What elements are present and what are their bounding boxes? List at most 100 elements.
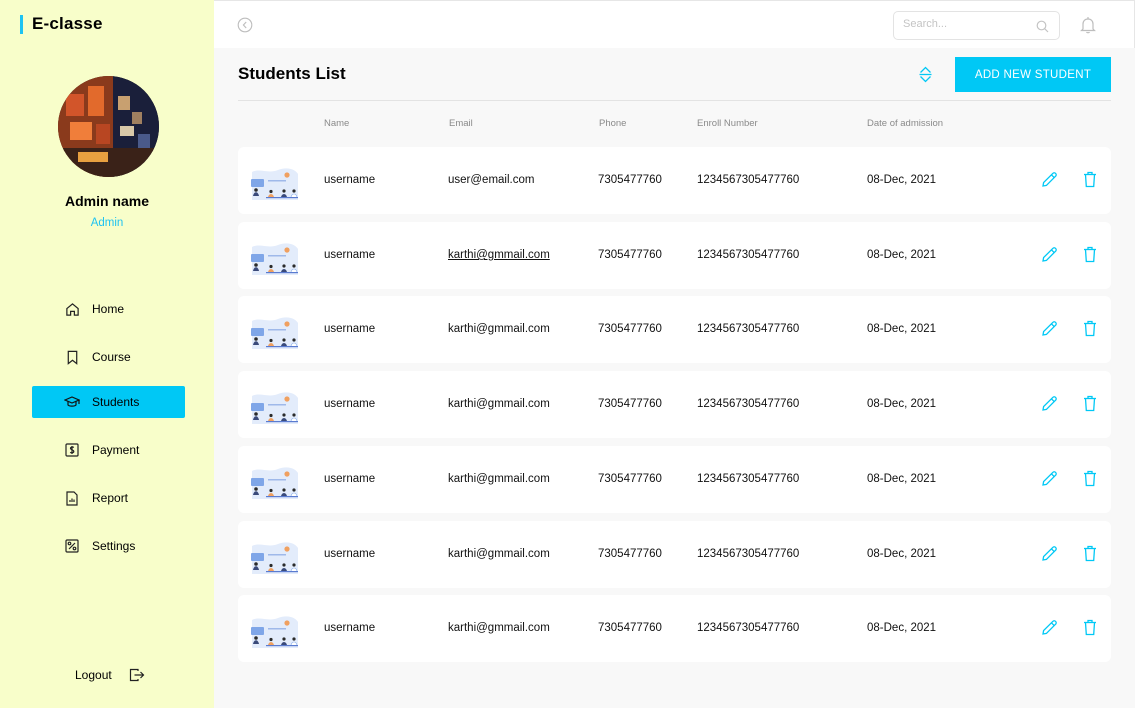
sort-icon[interactable] (918, 66, 933, 83)
cell-phone: 7305477760 (598, 398, 662, 410)
edit-icon[interactable] (1041, 470, 1058, 487)
divider (238, 100, 1111, 101)
edit-icon[interactable] (1041, 171, 1058, 188)
cell-date-of-admission: 08-Dec, 2021 (867, 548, 937, 560)
cell-name: username (324, 622, 376, 634)
search-box[interactable] (893, 11, 1060, 40)
table-row[interactable]: username karthi@gmmail.com 7305477760 12… (238, 296, 1111, 363)
sidebar: E-classe Admin name Admin Home Course St… (0, 0, 214, 708)
column-header-enroll-number: Enroll Number (697, 118, 758, 129)
trash-icon[interactable] (1083, 320, 1097, 337)
cell-enroll-number: 1234567305477760 (697, 622, 800, 634)
cell-email[interactable]: karthi@gmmail.com (448, 473, 550, 485)
cell-name: username (324, 174, 376, 186)
cell-name: username (324, 548, 376, 560)
logout-label: Logout (75, 668, 112, 682)
bookmark-icon (64, 349, 80, 365)
student-thumbnail (251, 243, 298, 275)
cell-phone: 7305477760 (598, 622, 662, 634)
cell-email[interactable]: karthi@gmmail.com (448, 323, 550, 335)
cell-name: username (324, 398, 376, 410)
edit-icon[interactable] (1041, 320, 1058, 337)
graduation-cap-icon (64, 394, 80, 410)
sidebar-item-home[interactable]: Home (32, 293, 185, 325)
trash-icon[interactable] (1083, 395, 1097, 412)
trash-icon[interactable] (1083, 545, 1097, 562)
admin-name: Admin name (64, 193, 149, 209)
sidebar-item-students[interactable]: Students (32, 386, 185, 418)
sidebar-item-label: Settings (92, 539, 136, 553)
cell-name: username (324, 473, 376, 485)
edit-icon[interactable] (1041, 619, 1058, 636)
table-row[interactable]: username karthi@gmmail.com 7305477760 12… (238, 521, 1111, 588)
sidebar-item-label: Course (92, 350, 131, 364)
dollar-icon (64, 442, 80, 458)
table-row[interactable]: username user@email.com 7305477760 12345… (238, 147, 1111, 214)
table-row[interactable]: username karthi@gmmail.com 7305477760 12… (238, 222, 1111, 289)
cell-date-of-admission: 08-Dec, 2021 (867, 398, 937, 410)
trash-icon[interactable] (1083, 619, 1097, 636)
cell-date-of-admission: 08-Dec, 2021 (867, 323, 937, 335)
cell-phone: 7305477760 (598, 249, 662, 261)
admin-role: Admin (90, 217, 124, 229)
sidebar-item-label: Report (92, 491, 129, 505)
trash-icon[interactable] (1083, 246, 1097, 263)
page-title: Students List (238, 64, 346, 83)
cell-phone: 7305477760 (598, 323, 662, 335)
cell-enroll-number: 1234567305477760 (697, 548, 800, 560)
percent-settings-icon (64, 538, 80, 554)
cell-enroll-number: 1234567305477760 (697, 323, 800, 335)
cell-phone: 7305477760 (598, 174, 662, 186)
student-thumbnail (251, 616, 298, 648)
cell-enroll-number: 1234567305477760 (697, 398, 800, 410)
cell-email[interactable]: user@email.com (448, 174, 534, 186)
edit-icon[interactable] (1041, 545, 1058, 562)
cell-name: username (324, 323, 376, 335)
home-icon (64, 301, 80, 317)
cell-phone: 7305477760 (598, 548, 662, 560)
bell-icon[interactable] (1080, 16, 1096, 34)
cell-name: username (324, 249, 376, 261)
cell-enroll-number: 1234567305477760 (697, 473, 800, 485)
trash-icon[interactable] (1083, 171, 1097, 188)
edit-icon[interactable] (1041, 246, 1058, 263)
column-header-name: Name (324, 118, 350, 129)
brand-accent-bar (20, 14, 23, 34)
trash-icon[interactable] (1083, 470, 1097, 487)
cell-date-of-admission: 08-Dec, 2021 (867, 622, 937, 634)
collapse-back-icon[interactable] (237, 17, 253, 33)
table-row[interactable]: username karthi@gmmail.com 7305477760 12… (238, 371, 1111, 438)
cell-email[interactable]: karthi@gmmail.com (448, 622, 550, 634)
cell-enroll-number: 1234567305477760 (697, 174, 800, 186)
student-thumbnail (251, 392, 298, 424)
student-thumbnail (251, 317, 298, 349)
edit-icon[interactable] (1041, 395, 1058, 412)
sidebar-item-report[interactable]: Report (32, 482, 185, 514)
search-icon[interactable] (1036, 20, 1049, 33)
sidebar-item-settings[interactable]: Settings (32, 530, 185, 562)
sidebar-item-label: Home (92, 302, 125, 316)
table-row[interactable]: username karthi@gmmail.com 7305477760 12… (238, 595, 1111, 662)
add-new-student-button[interactable]: ADD NEW STUDENT (955, 57, 1111, 92)
student-thumbnail (251, 168, 298, 200)
student-thumbnail (251, 467, 298, 499)
logout-button[interactable]: Logout (75, 668, 145, 682)
table-row[interactable]: username karthi@gmmail.com 7305477760 12… (238, 446, 1111, 513)
cell-email[interactable]: karthi@gmmail.com (448, 398, 550, 410)
sidebar-item-payment[interactable]: Payment (32, 434, 185, 466)
student-thumbnail (251, 542, 298, 574)
sidebar-item-course[interactable]: Course (32, 341, 185, 373)
brand-name: E-classe (32, 14, 103, 33)
cell-enroll-number: 1234567305477760 (697, 249, 800, 261)
column-header-phone: Phone (599, 118, 627, 129)
search-input[interactable] (903, 18, 1033, 30)
sidebar-item-label: Students (92, 395, 140, 409)
cell-phone: 7305477760 (598, 473, 662, 485)
cell-email[interactable]: karthi@gmmail.com (448, 548, 550, 560)
column-header-email: Email (449, 118, 473, 129)
avatar (58, 76, 159, 177)
column-header-date-of-admission: Date of admission (867, 118, 944, 129)
cell-email[interactable]: karthi@gmmail.com (448, 249, 550, 261)
brand: E-classe (20, 14, 103, 34)
top-bar (214, 0, 1135, 48)
